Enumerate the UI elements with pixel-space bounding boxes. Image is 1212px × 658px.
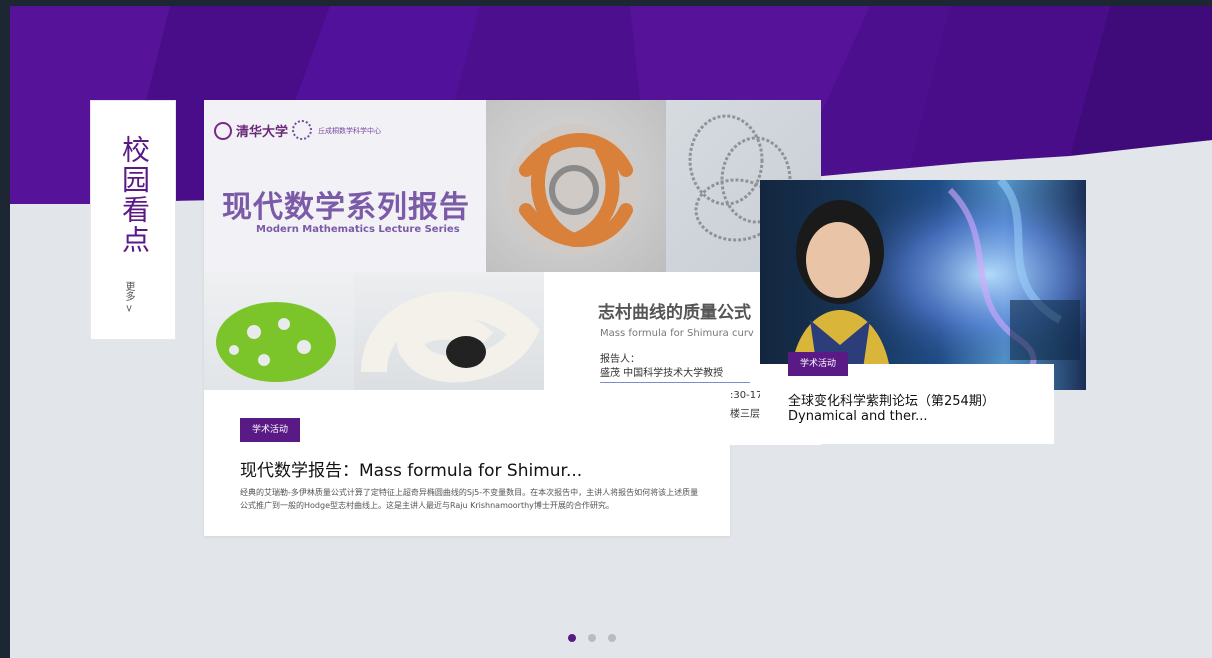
tsinghua-logo-icon [214, 122, 232, 140]
carousel-dot-2[interactable] [588, 634, 596, 642]
talk-title-en: Mass formula for Shimura curv [600, 328, 754, 339]
category-badge[interactable]: 学术活动 [240, 418, 301, 442]
reporter-name: 盛茂 中国科学技术大学教授 [600, 368, 724, 379]
poster-title: 现代数学系列报告 [222, 190, 470, 225]
featured-news-card[interactable]: 清华大学 丘成桐数学科学中心 现代数学系列报告 Modern Mathemati… [204, 100, 821, 536]
carousel-pagination [568, 634, 616, 644]
category-badge[interactable]: 学术活动 [788, 352, 849, 376]
campus-highlights-section: 校园看点 更多 > 清华大学 丘成桐数学科学中心 现代数学系列报告 Modern… [10, 6, 1212, 658]
more-link[interactable]: 更多 > [121, 281, 136, 313]
talk-title-cn: 志村曲线的质量公式 [598, 303, 751, 323]
talk-place: 楼三层 [730, 409, 760, 420]
carousel-dot-1[interactable] [568, 634, 576, 642]
math-center-logo-icon [292, 120, 312, 140]
news-title[interactable]: 全球变化科学紫荆论坛（第254期） [788, 390, 995, 409]
green-sculpture-image [204, 272, 354, 390]
poster-divider [600, 382, 750, 383]
news-summary: 经典的艾瑞勒-多伊林质量公式计算了定特征上超奇异椭圆曲线的Sj5-不变量数目。在… [240, 488, 699, 510]
section-title-tab: 校园看点 更多 > [90, 100, 176, 340]
reporter-label: 报告人： [600, 354, 640, 365]
poster-header: 清华大学 丘成桐数学科学中心 现代数学系列报告 Modern Mathemati… [204, 100, 486, 272]
secondary-news-card[interactable]: 学术活动 全球变化科学紫荆论坛（第254期） Dynamical and the… [760, 180, 1086, 444]
news-title[interactable]: 现代数学报告：Mass formula for Shimur... [240, 456, 582, 481]
poster-subtitle: Modern Mathematics Lecture Series [256, 224, 460, 235]
sculpture-image [486, 100, 666, 272]
tsinghua-logo-text: 清华大学 [236, 125, 289, 140]
talk-time: :30-17 [730, 390, 763, 401]
section-title: 校园看点 [118, 135, 151, 255]
carousel-dot-3[interactable] [608, 634, 616, 642]
math-center-logo-text: 丘成桐数学科学中心 [318, 127, 381, 135]
lecture-poster-image: 清华大学 丘成桐数学科学中心 现代数学系列报告 Modern Mathemati… [204, 100, 821, 445]
white-mobius-image [354, 272, 544, 390]
news-subtitle[interactable]: Dynamical and ther... [788, 409, 928, 424]
